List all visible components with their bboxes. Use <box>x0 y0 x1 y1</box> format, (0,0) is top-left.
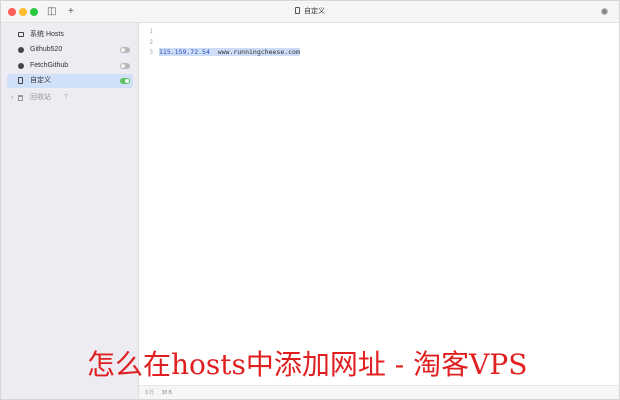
sidebar-item-label: 自定义 <box>30 77 51 84</box>
help-icon[interactable]: ? <box>64 91 68 105</box>
document-icon <box>18 77 23 84</box>
settings-icon[interactable] <box>601 8 608 15</box>
trash-icon <box>18 95 23 101</box>
chevron-right-icon[interactable]: › <box>11 91 13 105</box>
sidebar-item-system-hosts[interactable]: 系统 Hosts <box>7 28 133 42</box>
trash-label: 回收站 <box>30 94 51 101</box>
toggle-switch[interactable] <box>120 78 130 84</box>
document-icon <box>295 7 300 14</box>
line-number: 2 <box>149 39 153 46</box>
ip-address: 115.159.72.54 <box>159 48 210 56</box>
remote-icon <box>18 63 24 69</box>
status-bar: 3 行 38 B <box>139 385 619 399</box>
toggle-switch[interactable] <box>120 63 130 69</box>
line-count: 3 行 <box>145 390 155 396</box>
title-bar: ◫ + 自定义 <box>1 1 619 23</box>
window-title: 自定义 <box>304 8 325 15</box>
remote-icon <box>18 47 24 53</box>
sidebar-item-trash[interactable]: › 回收站 ? <box>7 91 133 105</box>
toggle-switch[interactable] <box>120 47 130 53</box>
watermark-caption: 怎么在hosts中添加网址 - 淘客VPS <box>87 348 528 381</box>
code-line[interactable]: 115.159.72.54 www.runningcheese.com <box>159 47 300 57</box>
monitor-icon <box>18 32 24 37</box>
line-number: 3 <box>149 49 153 56</box>
byte-count: 38 B <box>161 390 172 396</box>
line-number: 1 <box>149 28 153 35</box>
sidebar-item-github520[interactable]: Github520 <box>7 43 133 57</box>
window-title-container: 自定义 <box>1 1 619 23</box>
app-window: ◫ + 自定义 系统 Hosts Github520 FetchGithub 自… <box>0 0 620 400</box>
sidebar-item-custom[interactable]: 自定义 <box>7 74 133 88</box>
hostname: www.runningcheese.com <box>217 48 300 56</box>
sidebar-item-label: Github520 <box>30 46 63 53</box>
sidebar: 系统 Hosts Github520 FetchGithub 自定义 › 回收站… <box>1 23 139 399</box>
sidebar-item-label: 系统 Hosts <box>30 31 64 38</box>
hosts-editor[interactable]: 1 2 3 115.159.72.54 www.runningcheese.co… <box>139 23 619 385</box>
sidebar-item-fetchgithub[interactable]: FetchGithub <box>7 59 133 73</box>
sidebar-item-label: FetchGithub <box>30 62 69 69</box>
